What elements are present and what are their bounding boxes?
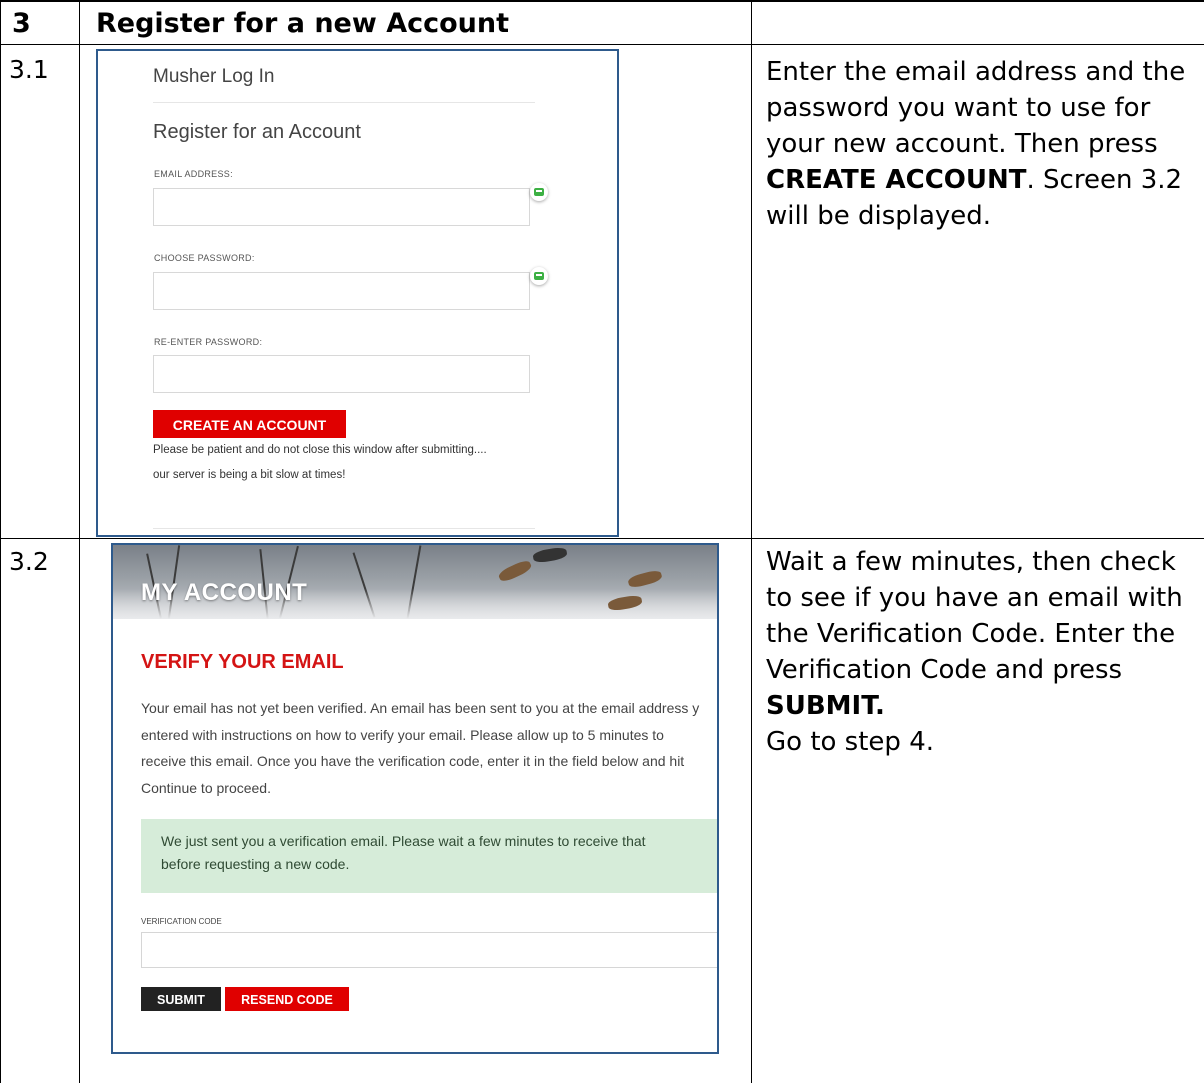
table-row-divider-1 (0, 44, 1204, 45)
sled-dog (532, 546, 568, 564)
instruction-text: Enter the email address and the password… (766, 57, 1186, 159)
resend-code-button[interactable]: RESEND CODE (225, 987, 349, 1011)
email-field[interactable] (153, 188, 530, 226)
table-col-divider-1 (79, 0, 80, 1083)
password-manager-icon[interactable] (530, 267, 548, 285)
instruction-bold: SUBMIT. (766, 691, 885, 721)
alert-text: before requesting a new code. (161, 856, 350, 872)
step-number: 3.1 (9, 55, 49, 84)
step-instruction: Enter the email address and the password… (766, 54, 1196, 234)
header-banner-image: MY ACCOUNT (113, 545, 717, 619)
divider (153, 528, 535, 529)
table-row-divider-2 (0, 538, 1204, 539)
banner-title: MY ACCOUNT (141, 579, 308, 606)
table-border-top (0, 0, 1204, 2)
paragraph-line: Continue to proceed. (141, 779, 271, 796)
verification-code-label: VERIFICATION CODE (141, 917, 222, 926)
submit-button[interactable]: SUBMIT (141, 987, 221, 1011)
reenter-password-field[interactable] (153, 355, 530, 393)
step-number: 3.2 (9, 547, 49, 576)
create-account-button[interactable]: CREATE AN ACCOUNT (153, 410, 346, 438)
step-instruction: Wait a few minutes, then check to see if… (766, 544, 1196, 760)
alert-text: We just sent you a verification email. P… (161, 833, 646, 849)
reenter-password-label: RE-ENTER PASSWORD: (154, 337, 263, 347)
choose-password-label: CHOOSE PASSWORD: (154, 253, 255, 263)
verification-code-field[interactable] (141, 932, 717, 968)
paragraph-line: receive this email. Once you have the ve… (141, 753, 685, 769)
section-number: 3 (12, 8, 31, 39)
divider (153, 102, 535, 103)
verify-screenshot: MY ACCOUNT VERIFY YOUR EMAIL Your email … (111, 543, 719, 1054)
password-manager-icon[interactable] (530, 183, 548, 201)
instruction-text: Wait a few minutes, then check to see if… (766, 547, 1183, 685)
section-title: Register for a new Account (96, 8, 510, 39)
table-border-left (0, 0, 1, 1083)
sled-dog (497, 558, 533, 584)
instruction-bold: CREATE ACCOUNT (766, 165, 1027, 195)
notice-text: our server is being a bit slow at times! (153, 469, 346, 481)
form-heading: Register for an Account (153, 121, 361, 143)
verify-instructions: Your email has not yet been verified. An… (141, 695, 717, 801)
sled-dog (627, 568, 663, 590)
verify-heading: VERIFY YOUR EMAIL (141, 651, 344, 673)
paragraph-line: entered with instructions on how to veri… (141, 726, 664, 743)
register-screenshot: Musher Log In Register for an Account EM… (96, 49, 619, 537)
instruction-text: Go to step 4. (766, 727, 934, 757)
notice-text: Please be patient and do not close this … (153, 444, 487, 456)
password-field[interactable] (153, 272, 530, 310)
email-label: EMAIL ADDRESS: (154, 169, 233, 179)
success-alert: We just sent you a verification email. P… (141, 819, 717, 893)
paragraph-line: Your email has not yet been verified. An… (141, 700, 700, 716)
table-col-divider-2 (751, 0, 752, 1083)
page-title: Musher Log In (153, 66, 275, 87)
